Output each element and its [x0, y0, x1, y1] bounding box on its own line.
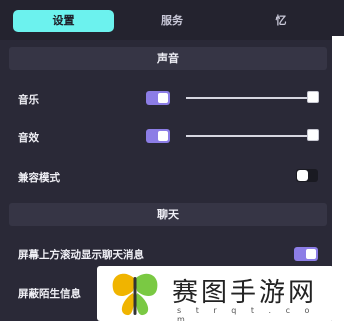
- sfx-volume-slider[interactable]: [186, 135, 316, 137]
- section-header-chat: 聊天: [9, 203, 327, 226]
- sfx-volume-handle[interactable]: [307, 129, 319, 141]
- sfx-label: 音效: [18, 132, 39, 144]
- tab-settings[interactable]: 设置: [13, 10, 114, 32]
- watermark-text: 赛图手游网: [172, 278, 318, 308]
- scroll-messages-toggle[interactable]: [294, 247, 318, 261]
- toggle-knob: [306, 249, 316, 259]
- toggle-knob: [158, 93, 168, 103]
- music-volume-slider[interactable]: [186, 97, 316, 99]
- sfx-toggle[interactable]: [146, 129, 170, 143]
- music-label: 音乐: [18, 94, 39, 106]
- tab-memory[interactable]: 忆: [226, 10, 336, 32]
- section-header-sound: 声音: [9, 47, 327, 70]
- compat-mode-toggle[interactable]: [296, 169, 318, 182]
- compat-mode-label: 兼容模式: [18, 172, 60, 184]
- tab-bar: 设置 服务 忆: [0, 0, 344, 40]
- scroll-messages-label: 屏幕上方滚动显示聊天消息: [18, 249, 144, 261]
- toggle-knob: [297, 170, 308, 181]
- music-volume-handle[interactable]: [307, 91, 319, 103]
- music-toggle[interactable]: [146, 91, 170, 105]
- butterfly-logo-icon: [112, 273, 158, 316]
- toggle-knob: [158, 131, 168, 141]
- watermark: 赛图手游网 s t r q t . c o m: [97, 266, 334, 321]
- watermark-url: s t r q t . c o m: [177, 306, 316, 321]
- tab-services[interactable]: 服务: [120, 10, 224, 32]
- block-strangers-label: 屏蔽陌生信息: [18, 288, 81, 300]
